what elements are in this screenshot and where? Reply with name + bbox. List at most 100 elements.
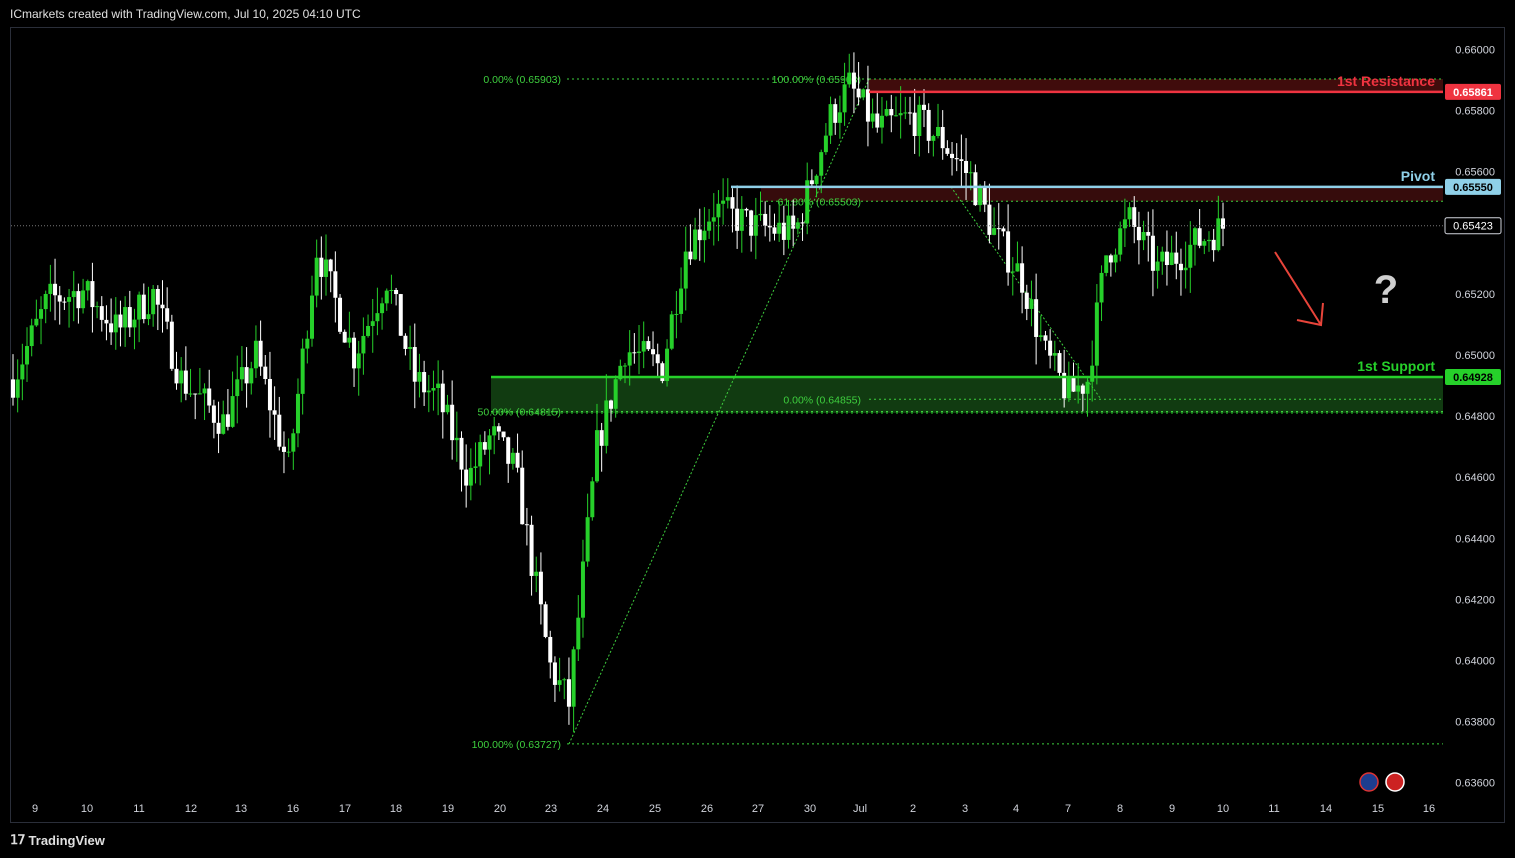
candle-body — [515, 452, 520, 468]
candle-body — [375, 313, 380, 322]
candle-body — [1136, 226, 1141, 241]
candle-body — [380, 303, 385, 314]
time-tick-label: 8 — [1117, 803, 1123, 815]
time-tick-label: 13 — [235, 803, 247, 815]
candle-body — [127, 307, 132, 328]
candle-body — [992, 228, 997, 235]
candle-body — [1122, 219, 1127, 229]
candle-body — [566, 679, 571, 707]
price-tick-label: 0.64200 — [1455, 594, 1495, 606]
candle-body — [67, 297, 72, 302]
candle-body — [333, 271, 338, 298]
candle-body — [305, 338, 310, 349]
candle-body — [674, 313, 679, 315]
candle-body — [1155, 261, 1160, 271]
candle-body — [735, 208, 740, 231]
candle-body — [230, 396, 235, 427]
time-tick-label: 9 — [1169, 803, 1175, 815]
candle-body — [1104, 255, 1109, 273]
candle-body — [76, 291, 81, 309]
candle-body — [1029, 299, 1034, 309]
candle-body — [660, 363, 665, 382]
candle-body — [964, 160, 969, 173]
candle-body — [809, 180, 814, 185]
candle-body — [590, 481, 595, 518]
price-chart[interactable]: 0.00% (0.65903) 100.00% (0.65903)61.80% (… — [11, 28, 1504, 822]
candle-body — [865, 89, 870, 122]
candle-body — [632, 352, 637, 354]
price-tick-label: 0.65000 — [1455, 350, 1495, 362]
candle-body — [693, 229, 698, 260]
candle-body — [426, 390, 431, 393]
candle-body — [459, 437, 464, 470]
candle-body — [347, 337, 352, 343]
candle-body — [403, 335, 408, 349]
candle-body — [258, 340, 263, 367]
time-tick-label: 11 — [133, 803, 144, 815]
candle-body — [361, 335, 366, 354]
candle-body — [823, 135, 828, 153]
candle-body — [987, 204, 992, 235]
candle-body — [655, 354, 660, 364]
candle-body — [688, 251, 693, 260]
candle-body — [487, 435, 492, 450]
candle-body — [1197, 228, 1202, 246]
candle-body — [328, 259, 333, 272]
candle-body — [235, 379, 240, 397]
candle-body — [557, 680, 562, 685]
chart-panel[interactable]: 0.00% (0.65903) 100.00% (0.65903) 61.80% (… — [10, 27, 1505, 823]
candle-body — [1146, 232, 1151, 236]
candle-body — [1094, 302, 1099, 366]
candle-body — [1211, 239, 1216, 251]
time-tick-label: 24 — [597, 803, 609, 815]
time-tick-label: 3 — [962, 803, 968, 815]
candle-body — [118, 314, 123, 328]
price-tick-label: 0.64400 — [1455, 533, 1495, 545]
price-tick-label: 0.65200 — [1455, 289, 1495, 301]
candle-body — [309, 295, 314, 339]
candle-body — [767, 225, 772, 228]
candle-body — [436, 383, 441, 389]
candle-body — [917, 104, 922, 136]
candle-body — [482, 442, 487, 450]
candle-body — [62, 301, 67, 303]
candle-body — [239, 367, 244, 380]
candle-body — [34, 318, 39, 326]
candle-body — [1169, 252, 1174, 266]
candle-body — [931, 136, 936, 141]
candle-body — [39, 309, 44, 319]
candle-body — [370, 321, 375, 326]
candle-body — [534, 571, 539, 576]
brand-label: TradingView — [28, 832, 105, 848]
down-arrow-icon — [1274, 251, 1322, 326]
candle-body — [651, 349, 656, 355]
candle-body — [95, 306, 100, 308]
candle-body — [1071, 376, 1076, 392]
chart-header: ICmarkets created with TradingView.com, … — [10, 7, 361, 21]
candle-body — [450, 404, 455, 441]
candle-body — [506, 437, 511, 464]
candle-body — [749, 210, 754, 236]
candle-body — [945, 148, 950, 154]
price-tick-label: 0.65600 — [1455, 167, 1495, 179]
time-tick-label: 14 — [1320, 803, 1332, 815]
candle-body — [996, 228, 1001, 230]
candle-body — [847, 72, 852, 85]
candle-body — [295, 393, 300, 434]
candle-body — [193, 393, 198, 395]
candle-body — [744, 208, 749, 211]
time-tick-label: 10 — [1217, 803, 1229, 815]
candle-body — [959, 159, 964, 161]
candle-body — [791, 215, 796, 229]
candle-body — [1020, 263, 1025, 293]
candle-body — [800, 222, 805, 224]
candle-body — [819, 152, 824, 176]
candle-body — [529, 524, 534, 576]
candle-body — [314, 257, 319, 296]
time-tick-label: 17 — [339, 803, 351, 815]
candle-body — [20, 364, 25, 380]
candle-body — [623, 365, 628, 367]
time-tick-label: 2 — [910, 803, 916, 815]
candle-body — [1192, 228, 1197, 245]
candle-body — [132, 319, 137, 328]
